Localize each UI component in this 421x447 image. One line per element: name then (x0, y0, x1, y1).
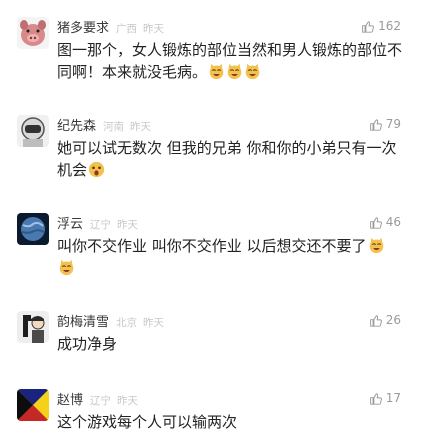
like-count: 79 (385, 117, 401, 131)
location: 辽宁 (90, 395, 112, 407)
timestamp: 昨天 (130, 121, 152, 133)
comment-text-block: 这个游戏每个人可以输两次 (57, 411, 402, 433)
comment-text: 叫你不交作业 叫你不交作业 以后想交还不要了 (57, 237, 367, 255)
username[interactable]: 赵博 (57, 389, 83, 408)
like-count: 162 (378, 19, 401, 33)
character-icon (17, 311, 49, 343)
shocked-face-emoji (88, 161, 105, 178)
thumbs-up-icon (369, 216, 382, 229)
avatar[interactable] (17, 115, 49, 147)
pig-icon (17, 17, 49, 49)
location: 辽宁 (90, 219, 112, 231)
astronaut-icon (17, 115, 49, 147)
cat-laugh-emoji (244, 63, 261, 80)
like-count: 26 (385, 313, 401, 327)
thumbs-up-icon (369, 118, 382, 131)
comment-text: 成功净身 (57, 335, 118, 353)
cat-laugh-emoji (58, 259, 75, 276)
like-button[interactable]: 162 (361, 17, 401, 35)
location: 北京 (116, 317, 138, 329)
location: 河南 (103, 121, 125, 133)
comment-text: 她可以试无数次 但我的兄弟 你和你的小弟只有一次机会 (57, 139, 397, 179)
like-button[interactable]: 17 (369, 389, 401, 407)
avatar[interactable] (17, 17, 49, 49)
timestamp: 昨天 (143, 317, 165, 329)
username[interactable]: 纪先森 (57, 115, 96, 134)
comment-text-block: 她可以试无数次 但我的兄弟 你和你的小弟只有一次机会 (57, 137, 402, 181)
timestamp: 昨天 (143, 23, 165, 35)
like-button[interactable]: 79 (369, 115, 401, 133)
thumbs-up-icon (362, 20, 375, 33)
comment-text: 这个游戏每个人可以输两次 (57, 413, 238, 431)
cat-laugh-emoji (208, 63, 225, 80)
avatar[interactable] (17, 213, 49, 245)
cat-laugh-emoji (368, 237, 385, 254)
username[interactable]: 韵梅清雪 (57, 311, 109, 330)
username[interactable]: 猪多要求 (57, 17, 109, 36)
planet-icon (17, 213, 49, 245)
like-button[interactable]: 26 (369, 311, 401, 329)
like-button[interactable]: 46 (369, 213, 401, 231)
avatar[interactable] (17, 311, 49, 343)
location: 广西 (116, 23, 138, 35)
timestamp: 昨天 (117, 219, 139, 231)
like-count: 17 (385, 391, 401, 405)
timestamp: 昨天 (117, 395, 139, 407)
geometric-logo-icon (17, 389, 49, 421)
like-count: 46 (385, 215, 401, 229)
cat-laugh-emoji (226, 63, 243, 80)
thumbs-up-icon (369, 314, 382, 327)
comment-text-block: 叫你不交作业 叫你不交作业 以后想交还不要了 (57, 235, 402, 279)
avatar[interactable] (17, 389, 49, 421)
username[interactable]: 浮云 (57, 213, 83, 232)
comment-text-block: 图一那个，女人锻炼的部位当然和男人锻炼的部位不同啊！本来就没毛病。 (57, 39, 402, 83)
thumbs-up-icon (369, 392, 382, 405)
comment-text-block: 成功净身 (57, 333, 402, 355)
